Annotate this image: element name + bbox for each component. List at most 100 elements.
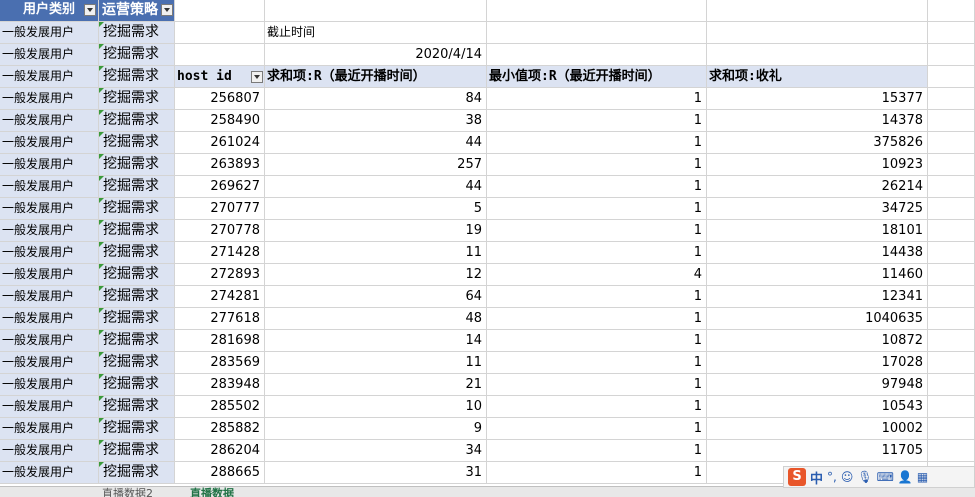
pivot-cell-min-r[interactable]: 1: [487, 110, 707, 132]
filter-dropdown-icon[interactable]: [161, 4, 173, 16]
pivot-cell-min-r[interactable]: 1: [487, 352, 707, 374]
pivot-cell-min-r[interactable]: 1: [487, 220, 707, 242]
pivot-cell-host-id[interactable]: 283948: [175, 374, 265, 396]
pivot-cell-sum-gift[interactable]: 34725: [707, 198, 928, 220]
pivot-cell-min-r[interactable]: 1: [487, 88, 707, 110]
user-type-cell[interactable]: 一般发展用户: [0, 308, 99, 330]
cell-empty[interactable]: [928, 374, 975, 396]
strategy-cell[interactable]: 挖掘需求: [99, 154, 175, 176]
pivot-cell-sum-gift[interactable]: 10923: [707, 154, 928, 176]
cell-empty[interactable]: [487, 22, 707, 44]
strategy-cell[interactable]: 挖掘需求: [99, 330, 175, 352]
cell-empty[interactable]: [928, 66, 975, 88]
strategy-cell[interactable]: 挖掘需求: [99, 352, 175, 374]
strategy-cell[interactable]: 挖掘需求: [99, 66, 175, 88]
cell-empty[interactable]: [928, 176, 975, 198]
pivot-cell-sum-r[interactable]: 34: [265, 440, 487, 462]
pivot-cell-host-id[interactable]: 270778: [175, 220, 265, 242]
pivot-cell-host-id[interactable]: 281698: [175, 330, 265, 352]
cell-empty[interactable]: [487, 0, 707, 22]
punctuation-icon[interactable]: °,: [827, 470, 837, 484]
pivot-cell-host-id[interactable]: 261024: [175, 132, 265, 154]
pivot-cell-sum-r[interactable]: 5: [265, 198, 487, 220]
pivot-cell-sum-gift[interactable]: 15377: [707, 88, 928, 110]
pivot-cell-sum-gift[interactable]: 12341: [707, 286, 928, 308]
strategy-cell[interactable]: 挖掘需求: [99, 286, 175, 308]
pivot-cell-sum-r[interactable]: 14: [265, 330, 487, 352]
user-type-cell[interactable]: 一般发展用户: [0, 198, 99, 220]
pivot-cell-sum-r[interactable]: 84: [265, 88, 487, 110]
pivot-cell-sum-r[interactable]: 11: [265, 242, 487, 264]
user-type-cell[interactable]: 一般发展用户: [0, 374, 99, 396]
pivot-cell-host-id[interactable]: 271428: [175, 242, 265, 264]
ime-language[interactable]: 中: [810, 468, 823, 487]
pivot-cell-host-id[interactable]: 285502: [175, 396, 265, 418]
pivot-cell-min-r[interactable]: 1: [487, 242, 707, 264]
pivot-cell-sum-gift[interactable]: 14438: [707, 242, 928, 264]
user-icon[interactable]: 👤: [898, 470, 913, 484]
strategy-cell[interactable]: 挖掘需求: [99, 198, 175, 220]
pivot-cell-sum-gift[interactable]: 17028: [707, 352, 928, 374]
pivot-cell-host-id[interactable]: 256807: [175, 88, 265, 110]
cell-empty[interactable]: [175, 22, 265, 44]
strategy-cell[interactable]: 挖掘需求: [99, 418, 175, 440]
user-type-cell[interactable]: 一般发展用户: [0, 66, 99, 88]
pivot-cell-host-id[interactable]: 283569: [175, 352, 265, 374]
pivot-cell-host-id[interactable]: 258490: [175, 110, 265, 132]
cell-empty[interactable]: [928, 308, 975, 330]
pivot-cell-min-r[interactable]: 1: [487, 418, 707, 440]
pivot-cell-min-r[interactable]: 4: [487, 264, 707, 286]
pivot-cell-sum-r[interactable]: 21: [265, 374, 487, 396]
cell-empty[interactable]: [928, 198, 975, 220]
cutoff-date[interactable]: 2020/4/14: [265, 44, 487, 66]
cell-empty[interactable]: [928, 242, 975, 264]
strategy-cell[interactable]: 挖掘需求: [99, 440, 175, 462]
user-type-cell[interactable]: 一般发展用户: [0, 220, 99, 242]
pivot-cell-min-r[interactable]: 1: [487, 198, 707, 220]
pivot-cell-host-id[interactable]: 274281: [175, 286, 265, 308]
strategy-cell[interactable]: 挖掘需求: [99, 220, 175, 242]
strategy-cell[interactable]: 挖掘需求: [99, 242, 175, 264]
user-type-cell[interactable]: 一般发展用户: [0, 132, 99, 154]
strategy-cell[interactable]: 挖掘需求: [99, 462, 175, 484]
pivot-cell-sum-gift[interactable]: 11705: [707, 440, 928, 462]
pivot-cell-sum-r[interactable]: 31: [265, 462, 487, 484]
pivot-cell-sum-r[interactable]: 19: [265, 220, 487, 242]
pivot-cell-min-r[interactable]: 1: [487, 374, 707, 396]
cell-empty[interactable]: [928, 44, 975, 66]
pivot-cell-min-r[interactable]: 1: [487, 154, 707, 176]
user-type-cell[interactable]: 一般发展用户: [0, 418, 99, 440]
cell-empty[interactable]: [928, 154, 975, 176]
cell-empty[interactable]: [928, 264, 975, 286]
cell-empty[interactable]: [707, 44, 928, 66]
cell-empty[interactable]: [265, 0, 487, 22]
pivot-cell-sum-r[interactable]: 9: [265, 418, 487, 440]
cell-empty[interactable]: [175, 0, 265, 22]
pivot-cell-host-id[interactable]: 269627: [175, 176, 265, 198]
pivot-cell-host-id[interactable]: 285882: [175, 418, 265, 440]
cell-empty[interactable]: [928, 440, 975, 462]
cell-empty[interactable]: [928, 396, 975, 418]
pivot-cell-sum-r[interactable]: 44: [265, 176, 487, 198]
cell-empty[interactable]: [928, 110, 975, 132]
strategy-cell[interactable]: 挖掘需求: [99, 132, 175, 154]
user-type-cell[interactable]: 一般发展用户: [0, 396, 99, 418]
cell-empty[interactable]: [487, 44, 707, 66]
pivot-header-sum-r[interactable]: 求和项:R（最近开播时间）: [265, 66, 487, 88]
user-type-cell[interactable]: 一般发展用户: [0, 154, 99, 176]
cell-empty[interactable]: [928, 352, 975, 374]
pivot-cell-min-r[interactable]: 1: [487, 286, 707, 308]
pivot-cell-sum-gift[interactable]: 10543: [707, 396, 928, 418]
filter-dropdown-icon[interactable]: [251, 71, 263, 83]
cell-empty[interactable]: [928, 88, 975, 110]
cell-empty[interactable]: [928, 418, 975, 440]
pivot-cell-sum-gift[interactable]: 14378: [707, 110, 928, 132]
pivot-cell-min-r[interactable]: 1: [487, 330, 707, 352]
pivot-header-sum-gift[interactable]: 求和项:收礼: [707, 66, 928, 88]
pivot-cell-sum-r[interactable]: 64: [265, 286, 487, 308]
sogou-logo-icon[interactable]: S: [788, 468, 806, 486]
pivot-cell-host-id[interactable]: 286204: [175, 440, 265, 462]
cell-empty[interactable]: [928, 286, 975, 308]
cell-empty[interactable]: [928, 330, 975, 352]
user-type-cell[interactable]: 一般发展用户: [0, 352, 99, 374]
